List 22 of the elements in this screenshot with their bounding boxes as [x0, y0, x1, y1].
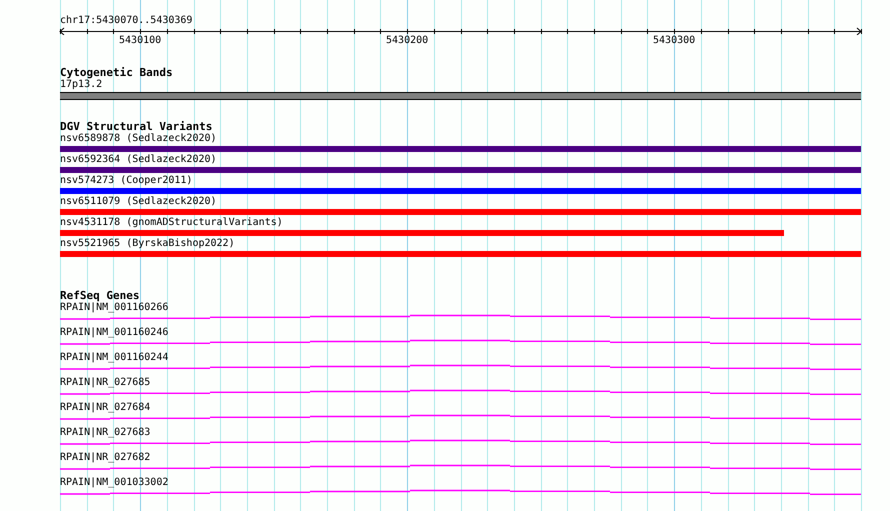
coordinate-range: chr17:5430070..5430369	[60, 15, 194, 27]
gene-label: RPAIN|NR_027683	[60, 427, 150, 438]
variant-label: nsv574273 (Cooper2011)	[60, 175, 192, 186]
track-title: RefSeq Genes	[60, 290, 140, 302]
gene-label: RPAIN|NR_027684	[60, 402, 150, 413]
gene-label: RPAIN|NM_001033002	[60, 477, 168, 488]
tick-label: 5430200	[386, 35, 428, 47]
tick-label: 5430300	[653, 35, 696, 47]
gene-label: RPAIN|NM_001160244	[60, 352, 168, 363]
band-label: 17p13.2	[60, 79, 104, 91]
variant-label: nsv6589878 (Sedlazeck2020)	[60, 133, 217, 144]
variant-label: nsv5521965 (ByrskaBishop2022)	[60, 238, 235, 249]
gene-label: RPAIN|NR_027685	[60, 377, 150, 388]
tick-label: 5430100	[119, 35, 162, 47]
gene-label: RPAIN|NM_001160266	[60, 302, 168, 313]
variant-label: nsv4531178 (gnomADStructuralVariants)	[60, 217, 283, 228]
track-title: Cytogenetic Bands	[60, 67, 174, 79]
variant-label: nsv6592364 (Sedlazeck2020)	[60, 154, 217, 165]
gene-label: RPAIN|NR_027682	[60, 452, 150, 463]
gene-label: RPAIN|NM_001160246	[60, 327, 168, 338]
variant-label: nsv6511079 (Sedlazeck2020)	[60, 196, 217, 207]
track-title: DGV Structural Variants	[60, 121, 214, 133]
